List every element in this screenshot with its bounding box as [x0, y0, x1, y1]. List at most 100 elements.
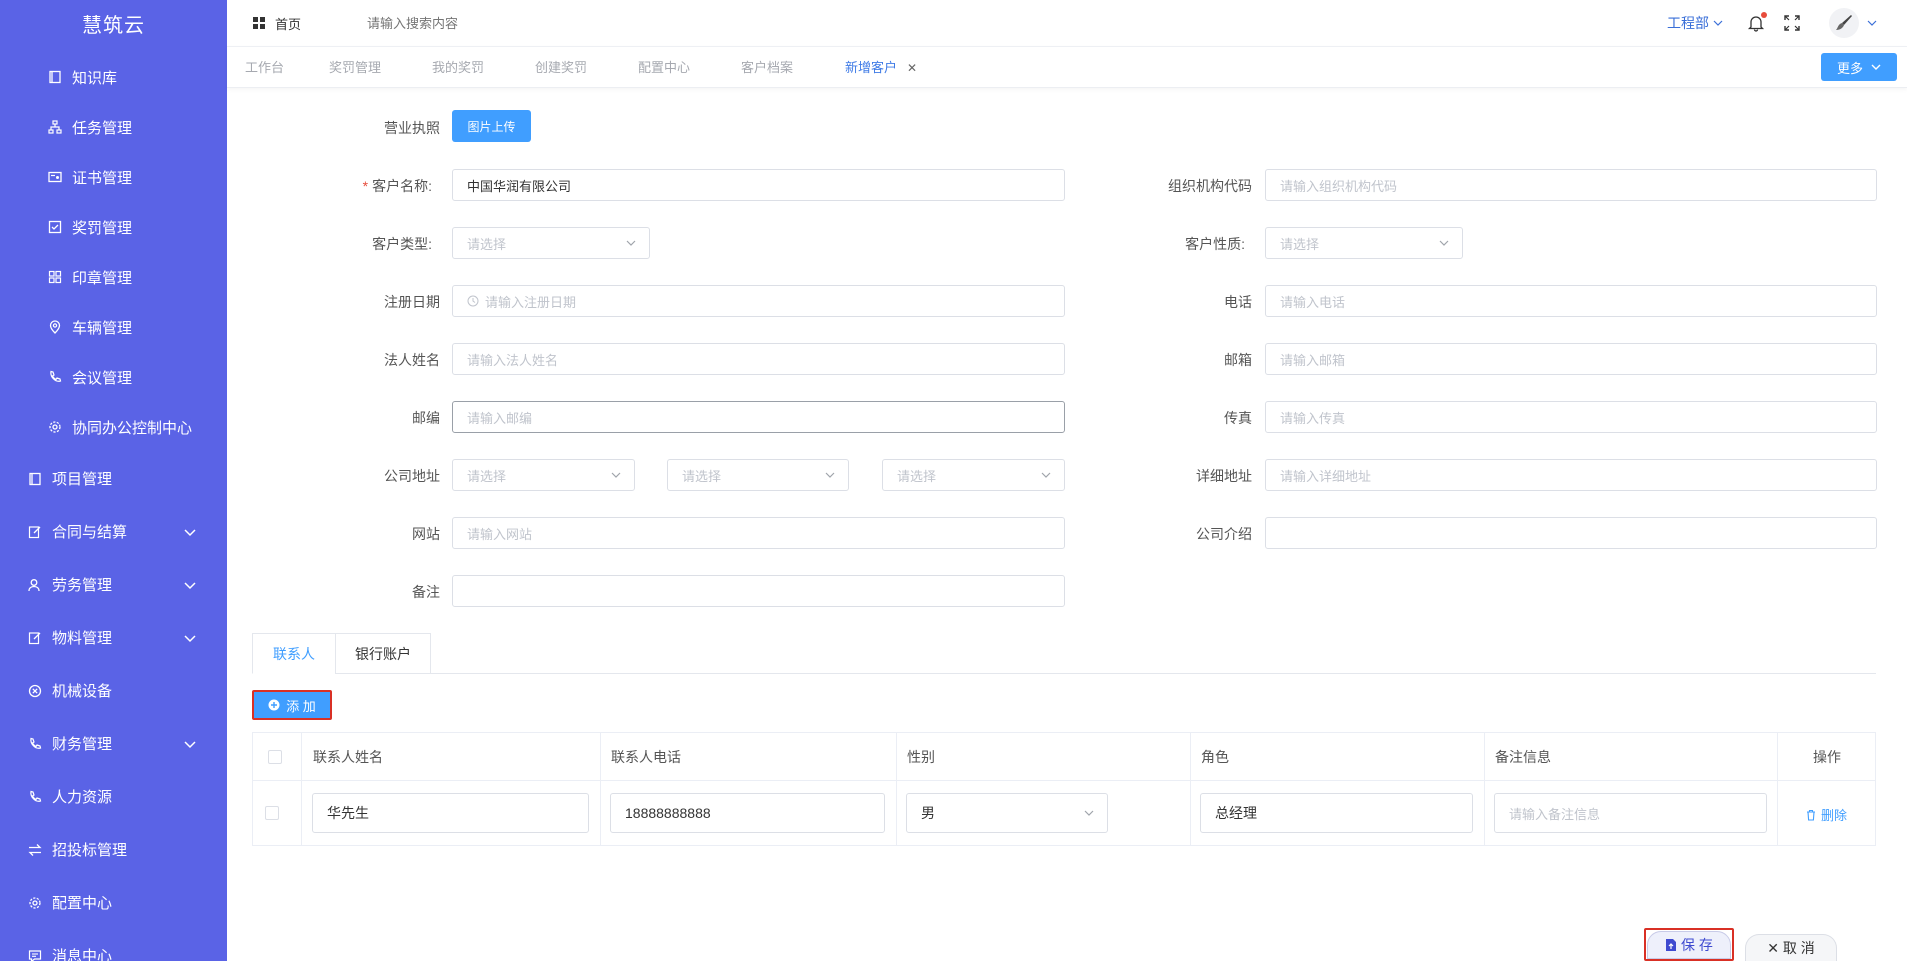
apps-icon: [253, 17, 265, 29]
sidebar-item-label: 证书管理: [72, 169, 133, 187]
sidebar-item-labor[interactable]: 劳务管理: [0, 558, 227, 611]
postcode-input[interactable]: 请输入邮编: [452, 401, 1065, 433]
brush-icon: [1836, 15, 1852, 30]
tab-new-customer[interactable]: 新增客户 ✕: [845, 47, 917, 89]
tab-workbench[interactable]: 工作台: [245, 47, 284, 89]
intro-input[interactable]: [1265, 517, 1877, 549]
save-button-inner: 保 存: [1647, 931, 1731, 959]
contact-phone-input[interactable]: 18888888888: [610, 793, 885, 833]
sidebar-item-certificates[interactable]: 证书管理: [0, 152, 227, 202]
sidebar-item-equipment[interactable]: 机械设备: [0, 664, 227, 717]
detail-address-input[interactable]: 请输入详细地址: [1265, 459, 1877, 491]
edit-icon: [26, 523, 44, 541]
remark-input[interactable]: [452, 575, 1065, 607]
chevron-down-icon: [611, 472, 621, 478]
org-code-label: 组织机构代码: [1168, 178, 1252, 194]
fax-label: 传真: [1224, 410, 1252, 426]
chevron-down-icon: [825, 472, 835, 478]
grid-icon: [46, 268, 64, 286]
reg-date-placeholder: 请输入注册日期: [485, 294, 577, 310]
delete-link[interactable]: 删除: [1805, 805, 1847, 824]
gender-select[interactable]: 男: [906, 793, 1108, 833]
remark-label: 备注: [412, 584, 440, 600]
home-link[interactable]: 首页: [253, 14, 301, 33]
notification-bell[interactable]: [1747, 12, 1767, 32]
chevron-down-icon[interactable]: [1867, 18, 1877, 28]
upload-file-icon: [1666, 939, 1677, 951]
tab-customer-archive[interactable]: 客户档案: [741, 47, 793, 89]
sidebar-item-config[interactable]: 配置中心: [0, 876, 227, 929]
tab-bank-accounts[interactable]: 银行账户: [335, 633, 431, 674]
sidebar-item-label: 知识库: [72, 69, 118, 87]
sidebar-item-messages[interactable]: 消息中心: [0, 929, 227, 961]
website-input[interactable]: 请输入网站: [452, 517, 1065, 549]
contact-name-input[interactable]: 华先生: [312, 793, 589, 833]
phone-icon: [26, 735, 44, 753]
select-all-checkbox[interactable]: [268, 750, 282, 764]
customer-type-placeholder: 请选择: [467, 236, 507, 252]
sidebar-item-tasks[interactable]: 任务管理: [0, 102, 227, 152]
chevron-down-icon: [1713, 20, 1723, 26]
role-input[interactable]: 总经理: [1200, 793, 1473, 833]
avatar[interactable]: [1829, 8, 1859, 38]
tab-create-reward[interactable]: 创建奖罚: [535, 47, 587, 89]
reg-date-input[interactable]: 请输入注册日期: [452, 285, 1065, 317]
legal-name-input[interactable]: 请输入法人姓名: [452, 343, 1065, 375]
sidebar-item-vehicles[interactable]: 车辆管理: [0, 302, 227, 352]
sidebar-item-contracts[interactable]: 合同与结算: [0, 505, 227, 558]
more-button[interactable]: 更多: [1821, 53, 1897, 81]
header-actions: 工程部: [1667, 0, 1877, 46]
more-label: 更多: [1836, 60, 1863, 76]
gear-icon: [26, 894, 44, 912]
org-code-input[interactable]: 请输入组织机构代码: [1265, 169, 1877, 201]
province-select[interactable]: 请选择: [452, 459, 635, 491]
header-actions: 操作: [1813, 749, 1841, 765]
tab-my-rewards[interactable]: 我的奖罚: [432, 47, 484, 89]
close-icon[interactable]: ✕: [907, 61, 917, 75]
sidebar: 慧筑云 知识库 任务管理 证书管理 奖罚管理 印章管理 车辆管理 会议管理 协同…: [0, 0, 227, 961]
sidebar-item-seals[interactable]: 印章管理: [0, 252, 227, 302]
email-input[interactable]: 请输入邮箱: [1265, 343, 1877, 375]
tabs-bar: 工作台 奖罚管理 我的奖罚 创建奖罚 配置中心 客户档案 新增客户 ✕ 更多: [227, 46, 1907, 88]
sidebar-item-collab-center[interactable]: 协同办公控制中心: [0, 402, 227, 452]
customer-type-select[interactable]: 请选择: [452, 227, 650, 259]
sidebar-item-rewards[interactable]: 奖罚管理: [0, 202, 227, 252]
sidebar-item-materials[interactable]: 物料管理: [0, 611, 227, 664]
sidebar-item-knowledge[interactable]: 知识库: [0, 52, 227, 102]
certificate-icon: [46, 168, 64, 186]
save-button[interactable]: 保 存: [1644, 928, 1734, 961]
sidebar-item-finance[interactable]: 财务管理: [0, 717, 227, 770]
sitemap-icon: [46, 118, 64, 136]
row-checkbox[interactable]: [265, 806, 279, 820]
chevron-down-icon: [626, 240, 636, 246]
tab-contacts[interactable]: 联系人: [252, 633, 336, 674]
tab-reward-management[interactable]: 奖罚管理: [329, 47, 381, 89]
city-select[interactable]: 请选择: [667, 459, 849, 491]
upload-button[interactable]: 图片上传: [452, 110, 531, 142]
sidebar-item-meetings[interactable]: 会议管理: [0, 352, 227, 402]
phone-label: 电话: [1224, 294, 1252, 310]
remark-input[interactable]: 请输入备注信息: [1494, 793, 1767, 833]
customer-name-input[interactable]: 中国华润有限公司: [452, 169, 1065, 201]
district-select[interactable]: 请选择: [882, 459, 1065, 491]
chevron-down-icon: [1439, 240, 1449, 246]
contacts-table: 联系人姓名 联系人电话 性别 角色 备注信息 操作 华先生 1888888888…: [252, 732, 1876, 846]
sidebar-item-label: 奖罚管理: [72, 219, 133, 237]
edit-icon: [26, 629, 44, 647]
customer-nature-select[interactable]: 请选择: [1265, 227, 1463, 259]
cancel-button[interactable]: ✕ 取 消: [1745, 934, 1837, 961]
tab-config-center[interactable]: 配置中心: [638, 47, 690, 89]
department-dropdown[interactable]: 工程部: [1667, 13, 1723, 33]
fax-input[interactable]: 请输入传真: [1265, 401, 1877, 433]
sidebar-item-bidding[interactable]: 招投标管理: [0, 823, 227, 876]
book-icon: [26, 470, 44, 488]
fullscreen-icon[interactable]: [1783, 14, 1801, 32]
sidebar-item-hr[interactable]: 人力资源: [0, 770, 227, 823]
sidebar-item-projects[interactable]: 项目管理: [0, 452, 227, 505]
legal-name-label: 法人姓名: [384, 352, 440, 368]
chevron-down-icon: [184, 528, 196, 536]
phone-input[interactable]: 请输入电话: [1265, 285, 1877, 317]
search-input[interactable]: [367, 15, 568, 31]
add-contact-button[interactable]: 添 加: [252, 690, 332, 720]
chevron-down-icon: [1084, 810, 1094, 816]
